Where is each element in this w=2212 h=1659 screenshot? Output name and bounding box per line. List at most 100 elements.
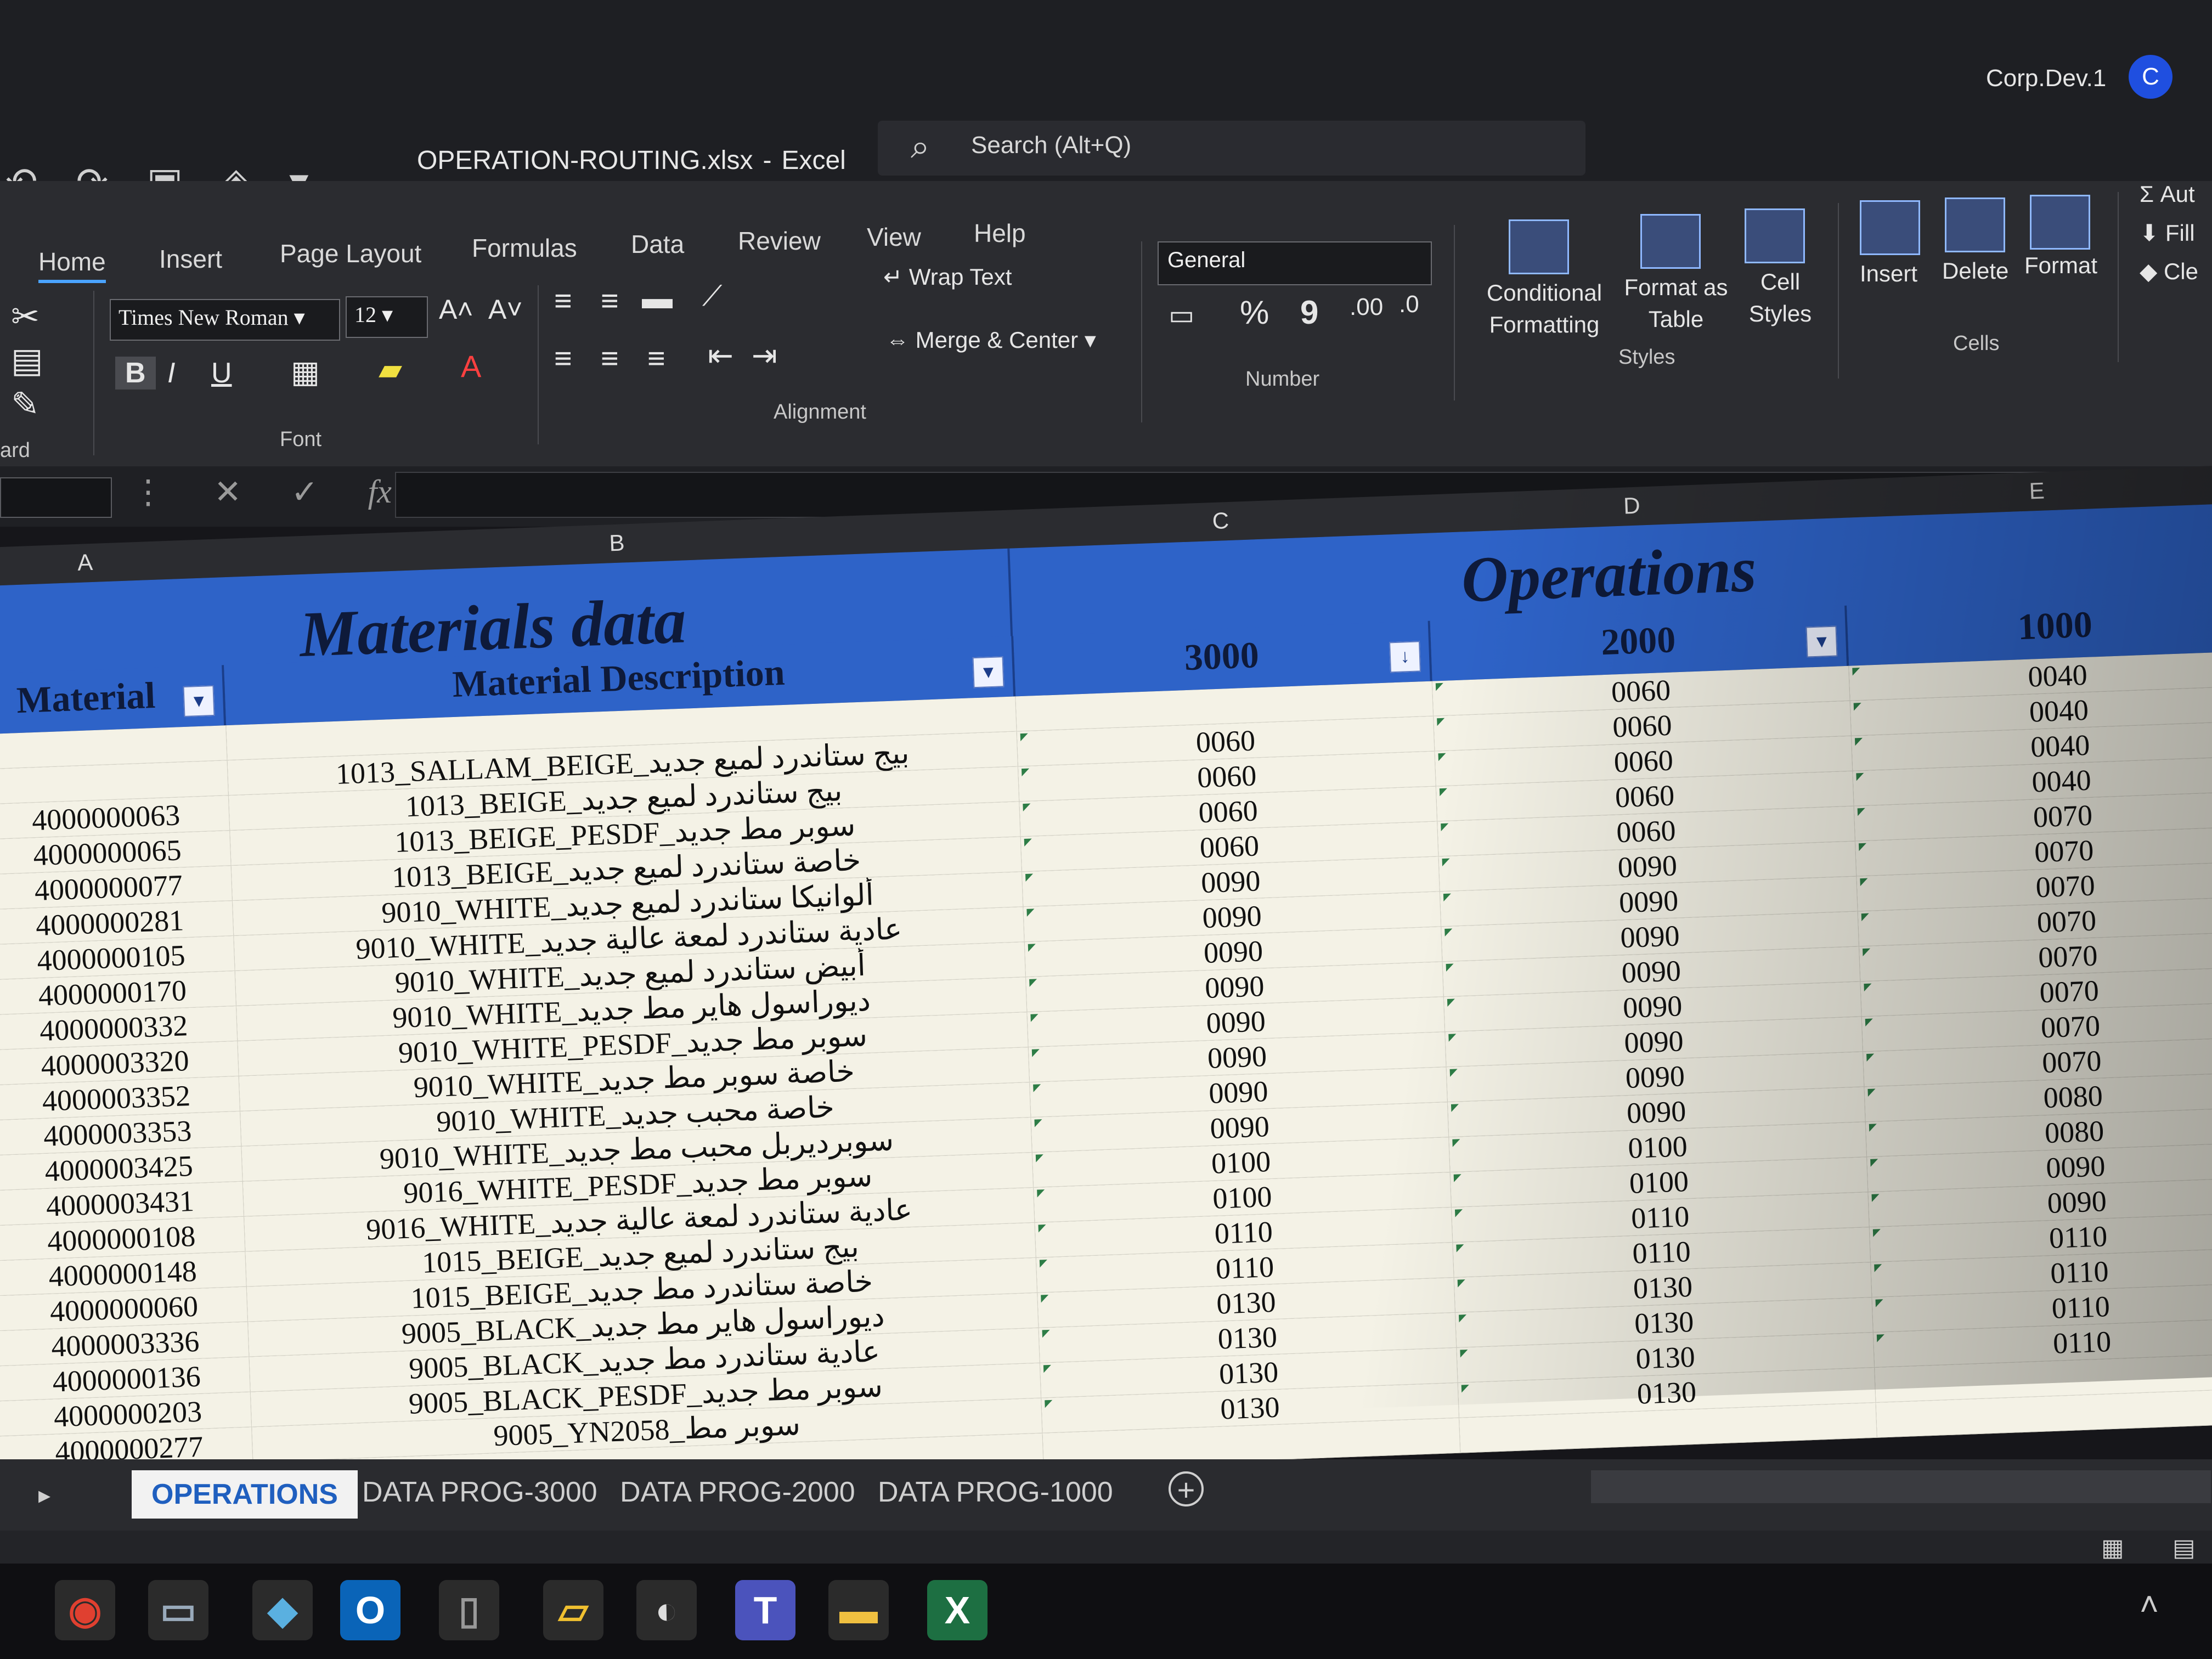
filter-dropdown-icon[interactable]: ▾ <box>1805 625 1838 658</box>
normal-view-icon[interactable]: ▦ <box>2101 1534 2124 1562</box>
accounting-format-icon[interactable]: ▭ <box>1169 299 1194 331</box>
remote-icon[interactable]: ▭ <box>148 1580 208 1640</box>
sheet-tab-data-prog-3000[interactable]: DATA PROG-3000 <box>362 1476 597 1509</box>
error-indicator-icon <box>1442 858 1451 867</box>
comma-style-icon[interactable]: 9 <box>1300 294 1318 331</box>
sheet-tab-data-prog-1000[interactable]: DATA PROG-1000 <box>878 1476 1113 1509</box>
stickynote-icon[interactable]: ▱ <box>543 1580 603 1640</box>
more-options-icon[interactable]: ⋮ <box>132 473 165 511</box>
bold-button[interactable]: B <box>115 357 156 390</box>
cell-value: 0090 <box>1201 899 1262 935</box>
conditional-formatting-button[interactable]: Conditional Formatting <box>1476 277 1613 341</box>
tab-help[interactable]: Help <box>974 218 1026 248</box>
cell-value: 0090 <box>1204 969 1265 1005</box>
avatar[interactable]: C <box>2129 55 2172 99</box>
font-group-label: Font <box>280 428 322 451</box>
operations-title: Operations <box>1460 533 1758 616</box>
font-size-value: 12 <box>354 302 376 327</box>
filter-dropdown-icon[interactable]: ▾ <box>183 685 215 717</box>
name-box[interactable] <box>0 477 112 518</box>
teams-icon[interactable]: T <box>735 1580 795 1640</box>
wrap-text-button[interactable]: ↵ Wrap Text <box>883 263 1012 290</box>
align-bottom-icon[interactable]: ▬ <box>642 280 673 315</box>
column-header-e[interactable]: E <box>2029 477 2045 504</box>
files-icon[interactable]: ◆ <box>252 1580 313 1640</box>
wrap-text-icon: ↵ <box>883 264 909 290</box>
tab-review[interactable]: Review <box>738 226 821 256</box>
error-indicator-icon <box>1452 1139 1460 1147</box>
excel-window: ↶ ↷ ▣ ◈ ▾ OPERATION-ROUTING.xlsx-Excel ⌕… <box>0 0 2212 1659</box>
add-sheet-icon[interactable]: + <box>1169 1471 1204 1506</box>
ribbon: Home Insert Page Layout Formulas Data Re… <box>0 181 2212 466</box>
format-cells-button[interactable]: Format <box>2024 252 2097 279</box>
filter-dropdown-icon[interactable]: ▾ <box>972 656 1005 689</box>
increase-font-icon[interactable]: A˄ <box>439 294 473 325</box>
highlight-color-icon[interactable]: ▰ <box>379 351 402 387</box>
column-header-a[interactable]: A <box>77 549 93 576</box>
tab-formulas[interactable]: Formulas <box>472 233 577 263</box>
format-as-table-button[interactable]: Format as Table <box>1618 272 1734 335</box>
doc-icon[interactable]: ▯ <box>439 1580 499 1640</box>
cell-value: 0090 <box>1208 1075 1269 1110</box>
outlook-icon[interactable]: O <box>340 1580 400 1640</box>
align-top-icon[interactable]: ≡ <box>554 283 572 318</box>
tab-scroll-icon[interactable]: ▸ <box>38 1481 50 1509</box>
enter-entry-icon[interactable]: ✓ <box>291 473 318 511</box>
align-center-icon[interactable]: ≡ <box>601 340 619 376</box>
cancel-entry-icon[interactable]: ✕ <box>214 473 241 511</box>
column-header-b[interactable]: B <box>609 529 625 556</box>
percent-icon[interactable]: % <box>1240 294 1269 331</box>
tab-data[interactable]: Data <box>631 229 684 259</box>
paste-icon[interactable]: ▤ <box>11 340 43 380</box>
column-header-d[interactable]: D <box>1623 492 1640 519</box>
cell-value: 0110 <box>2051 1290 2111 1325</box>
autosum-button[interactable]: Σ Aut <box>2140 181 2195 207</box>
chevron-up-icon[interactable]: ˄ <box>2140 1585 2159 1623</box>
column-header-c[interactable]: C <box>1212 507 1229 534</box>
number-format-select[interactable]: General <box>1158 241 1432 285</box>
cut-icon[interactable]: ✂ <box>11 296 40 336</box>
font-size-select[interactable]: 12 ▾ <box>346 296 428 338</box>
orientation-icon[interactable]: ⟋ <box>702 280 722 313</box>
increase-indent-icon[interactable]: ⇥ <box>752 337 777 374</box>
format-painter-icon[interactable]: ✎ <box>11 384 40 424</box>
font-color-icon[interactable]: A <box>461 348 481 384</box>
page-layout-view-icon[interactable]: ▤ <box>2172 1534 2196 1562</box>
horizontal-scrollbar[interactable] <box>1591 1470 2211 1503</box>
cell-styles-button[interactable]: Cell Styles <box>1739 266 1821 330</box>
decrease-font-icon[interactable]: A˅ <box>488 294 523 325</box>
merge-center-button[interactable]: ⇔ Merge & Center ▾ <box>886 326 1096 353</box>
align-left-icon[interactable]: ≡ <box>554 340 572 376</box>
align-middle-icon[interactable]: ≡ <box>601 283 619 318</box>
cell-value: 0060 <box>1611 673 1672 709</box>
cell-value: 0060 <box>1197 759 1257 794</box>
header-material: Material ▾ <box>0 665 227 735</box>
decrease-decimal-icon[interactable]: .0 <box>1399 291 1419 318</box>
align-right-icon[interactable]: ≡ <box>647 340 665 376</box>
tab-page-layout[interactable]: Page Layout <box>280 239 421 268</box>
sort-filter-icon[interactable]: ↓ <box>1389 641 1421 673</box>
insert-cells-button[interactable]: Insert <box>1860 261 1917 287</box>
underline-button[interactable]: U <box>211 357 232 390</box>
cell-value: 0060 <box>1198 794 1259 830</box>
chrome-icon[interactable]: ◉ <box>55 1580 115 1640</box>
sheet-tab-data-prog-2000[interactable]: DATA PROG-2000 <box>620 1476 855 1509</box>
folder-icon[interactable]: ▬ <box>828 1580 889 1640</box>
insert-function-icon[interactable]: fx <box>368 473 392 511</box>
search-icon: ⌕ <box>911 128 930 166</box>
tab-home[interactable]: Home <box>38 247 106 283</box>
fill-button[interactable]: ⬇ Fill <box>2140 219 2195 246</box>
excel-icon[interactable]: X <box>927 1580 988 1640</box>
delete-cells-button[interactable]: Delete <box>1942 258 2008 284</box>
increase-decimal-icon[interactable]: .00 <box>1350 294 1383 321</box>
browser-icon[interactable]: ◐ <box>636 1580 697 1640</box>
tab-view[interactable]: View <box>867 222 921 252</box>
decrease-indent-icon[interactable]: ⇤ <box>708 337 733 374</box>
sheet-tab-operations[interactable]: OPERATIONS <box>132 1470 358 1519</box>
borders-icon[interactable]: ▦ <box>291 354 320 390</box>
search-box[interactable]: ⌕ Search (Alt+Q) <box>878 121 1585 176</box>
clear-button[interactable]: ◆ Cle <box>2140 258 2198 285</box>
italic-button[interactable]: I <box>167 357 175 390</box>
tab-insert[interactable]: Insert <box>159 244 222 274</box>
font-name-select[interactable]: Times New Roman ▾ <box>110 299 340 341</box>
